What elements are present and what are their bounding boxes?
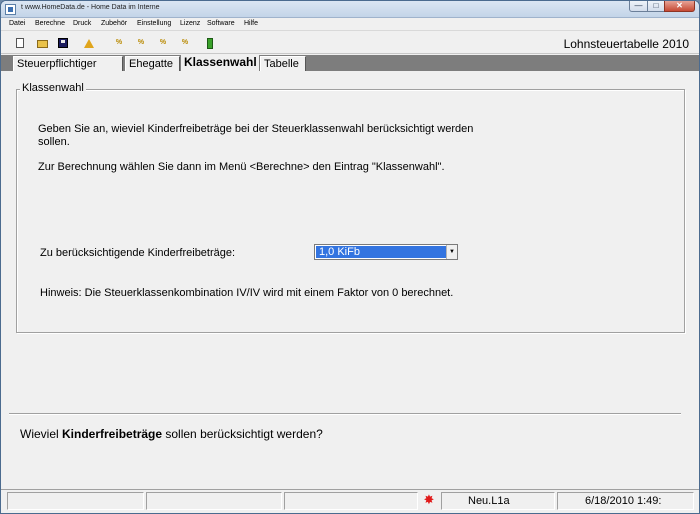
help-question-bold: Kinderfreibeträge: [62, 427, 163, 441]
minimize-button[interactable]: —: [629, 1, 648, 12]
tab-klassenwahl[interactable]: Klassenwahl: [181, 55, 259, 72]
save-icon[interactable]: [57, 37, 69, 49]
tab-ehegatte[interactable]: Ehegatte: [125, 56, 180, 72]
app-title: Lohnsteuertabelle 2010: [563, 37, 689, 51]
kinderfreibetraege-select[interactable]: 1,0 KiFb ▼: [314, 244, 458, 260]
open-folder-icon[interactable]: [36, 37, 48, 49]
menu-lizenz[interactable]: Lizenz: [180, 20, 200, 27]
chevron-down-icon[interactable]: ▼: [446, 245, 457, 259]
calc-icon[interactable]: %: [135, 37, 147, 49]
menu-software[interactable]: Software: [207, 20, 235, 27]
menu-hilfe[interactable]: Hilfe: [244, 20, 258, 27]
battery-icon[interactable]: [204, 37, 216, 49]
window-title: t www.HomeData.de - Home Data im Interne: [21, 4, 160, 11]
toolbar: % % % % Lohnsteuertabelle 2010: [1, 32, 699, 54]
maximize-button[interactable]: □: [647, 1, 665, 12]
menu-zubehoer[interactable]: Zubehör: [101, 20, 127, 27]
calc-icon[interactable]: %: [157, 37, 169, 49]
help-question-prefix: Wieviel: [20, 427, 63, 441]
status-panel-2: [146, 492, 282, 510]
menu-berechne[interactable]: Berechne: [35, 20, 65, 27]
menu-druck[interactable]: Druck: [73, 20, 91, 27]
warning-icon[interactable]: [83, 37, 95, 49]
tab-steuerpflichtiger[interactable]: Steuerpflichtiger: [13, 56, 123, 72]
kinderfreibetraege-label: Zu berücksichtigende Kinderfreibeträge:: [40, 247, 236, 259]
instruction-text: Geben Sie an, wieviel Kinderfreibeträge …: [38, 123, 474, 148]
tab-tabelle[interactable]: Tabelle: [260, 56, 306, 72]
factor-hint-text: Hinweis: Die Steuerklassenkombination IV…: [40, 287, 454, 299]
menu-datei[interactable]: Datei: [9, 20, 25, 27]
status-file: Neu.L1a: [441, 492, 555, 510]
calc-icon[interactable]: %: [113, 37, 125, 49]
status-datetime: 6/18/2010 1:49:: [557, 492, 694, 510]
menu-einstellung[interactable]: Einstellung: [137, 20, 171, 27]
status-panel-1: [7, 492, 144, 510]
main-window: t www.HomeData.de - Home Data im Interne…: [0, 0, 700, 514]
status-star-icon: ✸: [423, 492, 435, 507]
help-question-suffix: sollen berücksichtigt werden?: [162, 427, 323, 441]
tab-strip: Steuerpflichtiger Ehegatte Klassenwahl T…: [1, 55, 699, 72]
menu-bar: Datei Berechne Druck Zubehör Einstellung…: [1, 18, 699, 31]
close-button[interactable]: ✕: [664, 1, 695, 12]
tab-content: Klassenwahl Geben Sie an, wieviel Kinder…: [1, 71, 699, 489]
calc-icon[interactable]: %: [179, 37, 191, 49]
status-panel-3: [284, 492, 418, 510]
kinderfreibetraege-value[interactable]: 1,0 KiFb: [316, 246, 446, 258]
title-bar[interactable]: t www.HomeData.de - Home Data im Interne…: [1, 1, 699, 18]
separator: [9, 413, 681, 415]
calculation-hint-text: Zur Berechnung wählen Sie dann im Menü <…: [38, 161, 445, 173]
new-document-icon[interactable]: [14, 37, 26, 49]
group-legend: Klassenwahl: [20, 82, 86, 94]
status-bar: ✸ Neu.L1a 6/18/2010 1:49:: [1, 489, 699, 513]
app-icon[interactable]: [5, 4, 16, 15]
help-question: Wieviel Kinderfreibeträge sollen berücks…: [20, 427, 323, 441]
